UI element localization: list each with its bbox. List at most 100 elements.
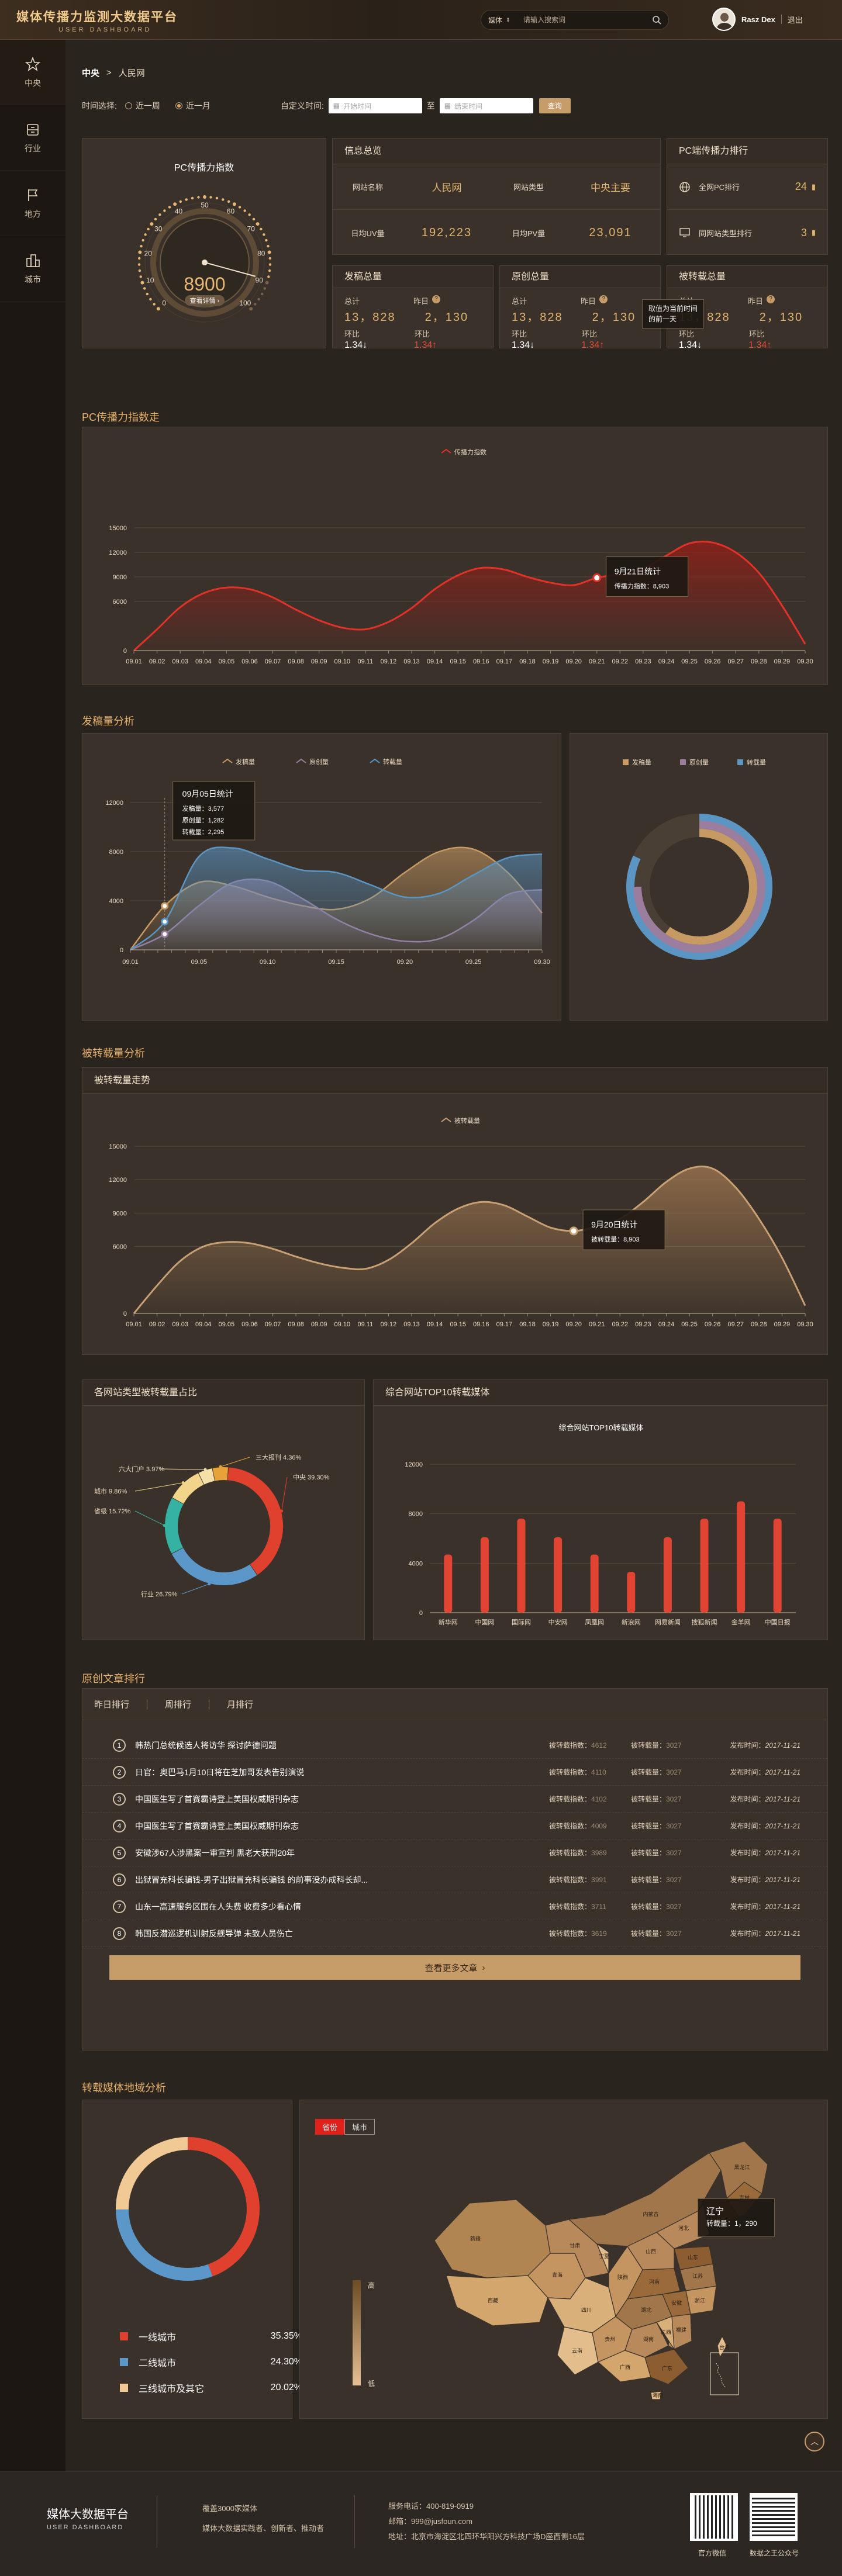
bar	[554, 1537, 563, 1613]
x-tick-label: 09.12	[381, 1321, 397, 1328]
gauge-tick	[227, 200, 230, 203]
article-meta: 被转载量：3027	[631, 1767, 713, 1777]
help-icon[interactable]: ?	[599, 295, 608, 303]
gauge-tick	[222, 198, 225, 201]
meta-value: 4110	[591, 1768, 606, 1776]
list-item[interactable]: 6 出狱冒充科长骗钱-男子出狱冒充科长骗钱 的前事没办成科长却... 被转载指数：3…	[82, 1866, 827, 1893]
radio-month[interactable]: 近一月	[175, 100, 210, 112]
reprint-chart-title: 被转载量走势	[82, 1068, 827, 1094]
stat-ring-value: 1.34	[748, 340, 767, 350]
logout-link[interactable]: 退出	[788, 14, 803, 25]
map-region-label: 新疆	[470, 2235, 481, 2242]
article-meta: 被转载量：3027	[631, 1794, 713, 1804]
article-title[interactable]: 日官：奥巴马1月10日将在芝加哥发表告别演说	[135, 1766, 549, 1778]
meta-value: 3027	[666, 1768, 682, 1776]
list-item[interactable]: 4 中国医生写了首赛霸诗登上美国权威期刊杂志 被转载指数：4009 被转载量：3027…	[82, 1813, 827, 1839]
legend-swatch	[623, 759, 629, 765]
slice-label: 三大报刊 4.36%	[256, 1453, 301, 1461]
article-title[interactable]: 山东一高速服务区围在人头费 收费多少看心情	[135, 1901, 549, 1913]
map-region-label: 海南	[653, 2392, 663, 2398]
meta-label: 被转载指数：	[549, 1768, 592, 1776]
article-meta: 被转载指数：3989	[549, 1848, 631, 1858]
article-title[interactable]: 安徽涉67人涉黑案一审宣判 黑老大获刑20年	[135, 1847, 549, 1859]
gauge-tick	[146, 292, 149, 296]
breadcrumb-root[interactable]: 中央	[82, 67, 99, 79]
list-item[interactable]: 3 中国医生写了首赛霸诗登上美国权威期刊杂志 被转载指数：4102 被转载量：3027…	[82, 1786, 827, 1813]
radio-week[interactable]: 近一周	[125, 100, 160, 112]
list-item[interactable]: 2 日官：奥巴马1月10日将在芝加哥发表告别演说 被转载指数：4110 被转载量：30…	[82, 1759, 827, 1786]
sidebar-item-label: 中央	[25, 78, 41, 88]
x-tick-label: 09.27	[727, 658, 744, 665]
rank-row: 全网PC排行 24 ▮	[667, 164, 827, 210]
article-rank: 2	[113, 1765, 126, 1779]
footer-title: 媒体大数据平台	[47, 2508, 129, 2521]
x-tick-label: 09.23	[635, 658, 651, 665]
calendar-icon: ▦	[333, 102, 340, 110]
x-tick-label: 09.09	[311, 658, 327, 665]
back-to-top-button[interactable]: ︿	[805, 2432, 824, 2451]
sidebar-item-local[interactable]: 地方	[0, 171, 65, 236]
sidebar-item-industry[interactable]: 行业	[0, 105, 65, 171]
article-title[interactable]: 韩热门总统候选人将访华 探讨萨德问题	[135, 1740, 549, 1751]
stat-grid: 总计昨日? 13，8282，130 环比环比 1.34↓1.34↑	[333, 288, 493, 358]
meta-label: 被转载指数：	[549, 1930, 592, 1938]
start-date-input[interactable]: ▦ 开始时间	[328, 98, 422, 113]
list-item[interactable]: 7 山东一高速服务区围在人头费 收费多少看心情 被转载指数：3711 被转载量：302…	[82, 1893, 827, 1920]
tab-yesterday[interactable]: 昨日排行	[94, 1698, 129, 1710]
article-title[interactable]: 韩国反潜巡逻机训射反舰导弹 未致人员伤亡	[135, 1928, 549, 1939]
legend-swatch	[441, 1117, 451, 1122]
search-type-select[interactable]: 媒体 ⇕	[488, 15, 523, 25]
article-title[interactable]: 中国医生写了首赛霸诗登上美国权威期刊杂志	[135, 1820, 549, 1832]
list-item[interactable]: 8 韩国反潜巡逻机训射反舰导弹 未致人员伤亡 被转载指数：3619 被转载量：3027…	[82, 1920, 827, 1947]
gauge-panel: PC传播力指数 0 10 20 30 40 50 60 70 80 90 100 8900 查看详情 ›	[82, 138, 326, 348]
article-meta: 被转载量：3027	[631, 1848, 713, 1858]
user-name[interactable]: Rasz Dex	[741, 15, 775, 24]
meta-label: 被转载量：	[631, 1849, 667, 1857]
help-icon[interactable]: ?	[432, 295, 441, 303]
slice-label: 六大门户 3.97%	[119, 1465, 164, 1473]
gauge-tick	[153, 303, 156, 306]
more-articles-button[interactable]: 查看更多文章 ›	[109, 1955, 800, 1980]
legend-swatch	[737, 759, 743, 765]
search-input[interactable]	[523, 16, 652, 24]
article-title[interactable]: 出狱冒充科长骗钱-男子出狱冒充科长骗钱 的前事没办成科长却...	[135, 1874, 549, 1886]
x-tick-label: 09.29	[774, 1321, 791, 1328]
end-date-input[interactable]: ▦ 结束时间	[439, 98, 533, 113]
sidebar-item-central[interactable]: 中央	[0, 40, 65, 105]
help-icon[interactable]: ?	[767, 295, 775, 303]
slice-label: 行业 26.79%	[141, 1590, 178, 1598]
sidebar: 中央 行业 地方 城市	[0, 40, 65, 2471]
x-tick-label: 09.20	[565, 1321, 582, 1328]
tooltip-point	[161, 902, 169, 910]
x-tick-label: 09.06	[241, 1321, 258, 1328]
list-item[interactable]: 1 韩热门总统候选人将访华 探讨萨德问题 被转载指数：4612 被转载量：3027 发布…	[82, 1732, 827, 1759]
query-button[interactable]: 查询	[539, 98, 571, 113]
tab-month[interactable]: 月排行	[227, 1698, 253, 1710]
label-dot	[181, 1481, 185, 1485]
footer-contact: 服务电话：400-819-0919 邮箱：999@jusfoun.com 地址：…	[388, 2499, 585, 2544]
avatar[interactable]	[712, 8, 736, 31]
cabinet-icon	[27, 123, 39, 136]
meta-label: 被转载指数：	[549, 1849, 592, 1857]
section-title-reprint: 被转载量分析	[82, 1047, 145, 1059]
article-meta: 被转载量：3027	[631, 1928, 713, 1938]
y-tick-label: 15000	[109, 525, 127, 532]
x-tick-label: 09.02	[149, 1321, 165, 1328]
tooltip-title: 9月21日统计	[615, 566, 661, 576]
legend-swatch	[120, 2332, 128, 2340]
rank-row: 同网站类型排行 3 ▮	[667, 210, 827, 255]
rank-label: 全网PC排行	[699, 183, 740, 192]
map-region-label: 云南	[572, 2347, 582, 2354]
search-icon[interactable]	[652, 15, 661, 25]
x-tick-label: 09.03	[172, 1321, 188, 1328]
list-item[interactable]: 5 安徽涉67人涉黑案一审宣判 黑老大获刑20年 被转载指数：3989 被转载量：30…	[82, 1839, 827, 1866]
china-map[interactable]: 新疆西藏青海甘肃内蒙古四川云南贵州广西广东湖南湖北河南山东辽宁吉林黑龙江河北江苏…	[300, 2100, 829, 2419]
article-title[interactable]: 中国医生写了首赛霸诗登上美国权威期刊杂志	[135, 1793, 549, 1805]
sidebar-item-city[interactable]: 城市	[0, 236, 65, 302]
section-title-region: 转载媒体地域分析	[82, 2082, 166, 2094]
x-tick-label: 09.26	[705, 658, 721, 665]
legend-swatch	[441, 448, 451, 454]
legend-label: 转载量	[747, 758, 766, 766]
gauge-tick	[267, 244, 270, 248]
tab-week[interactable]: 周排行	[165, 1698, 191, 1710]
